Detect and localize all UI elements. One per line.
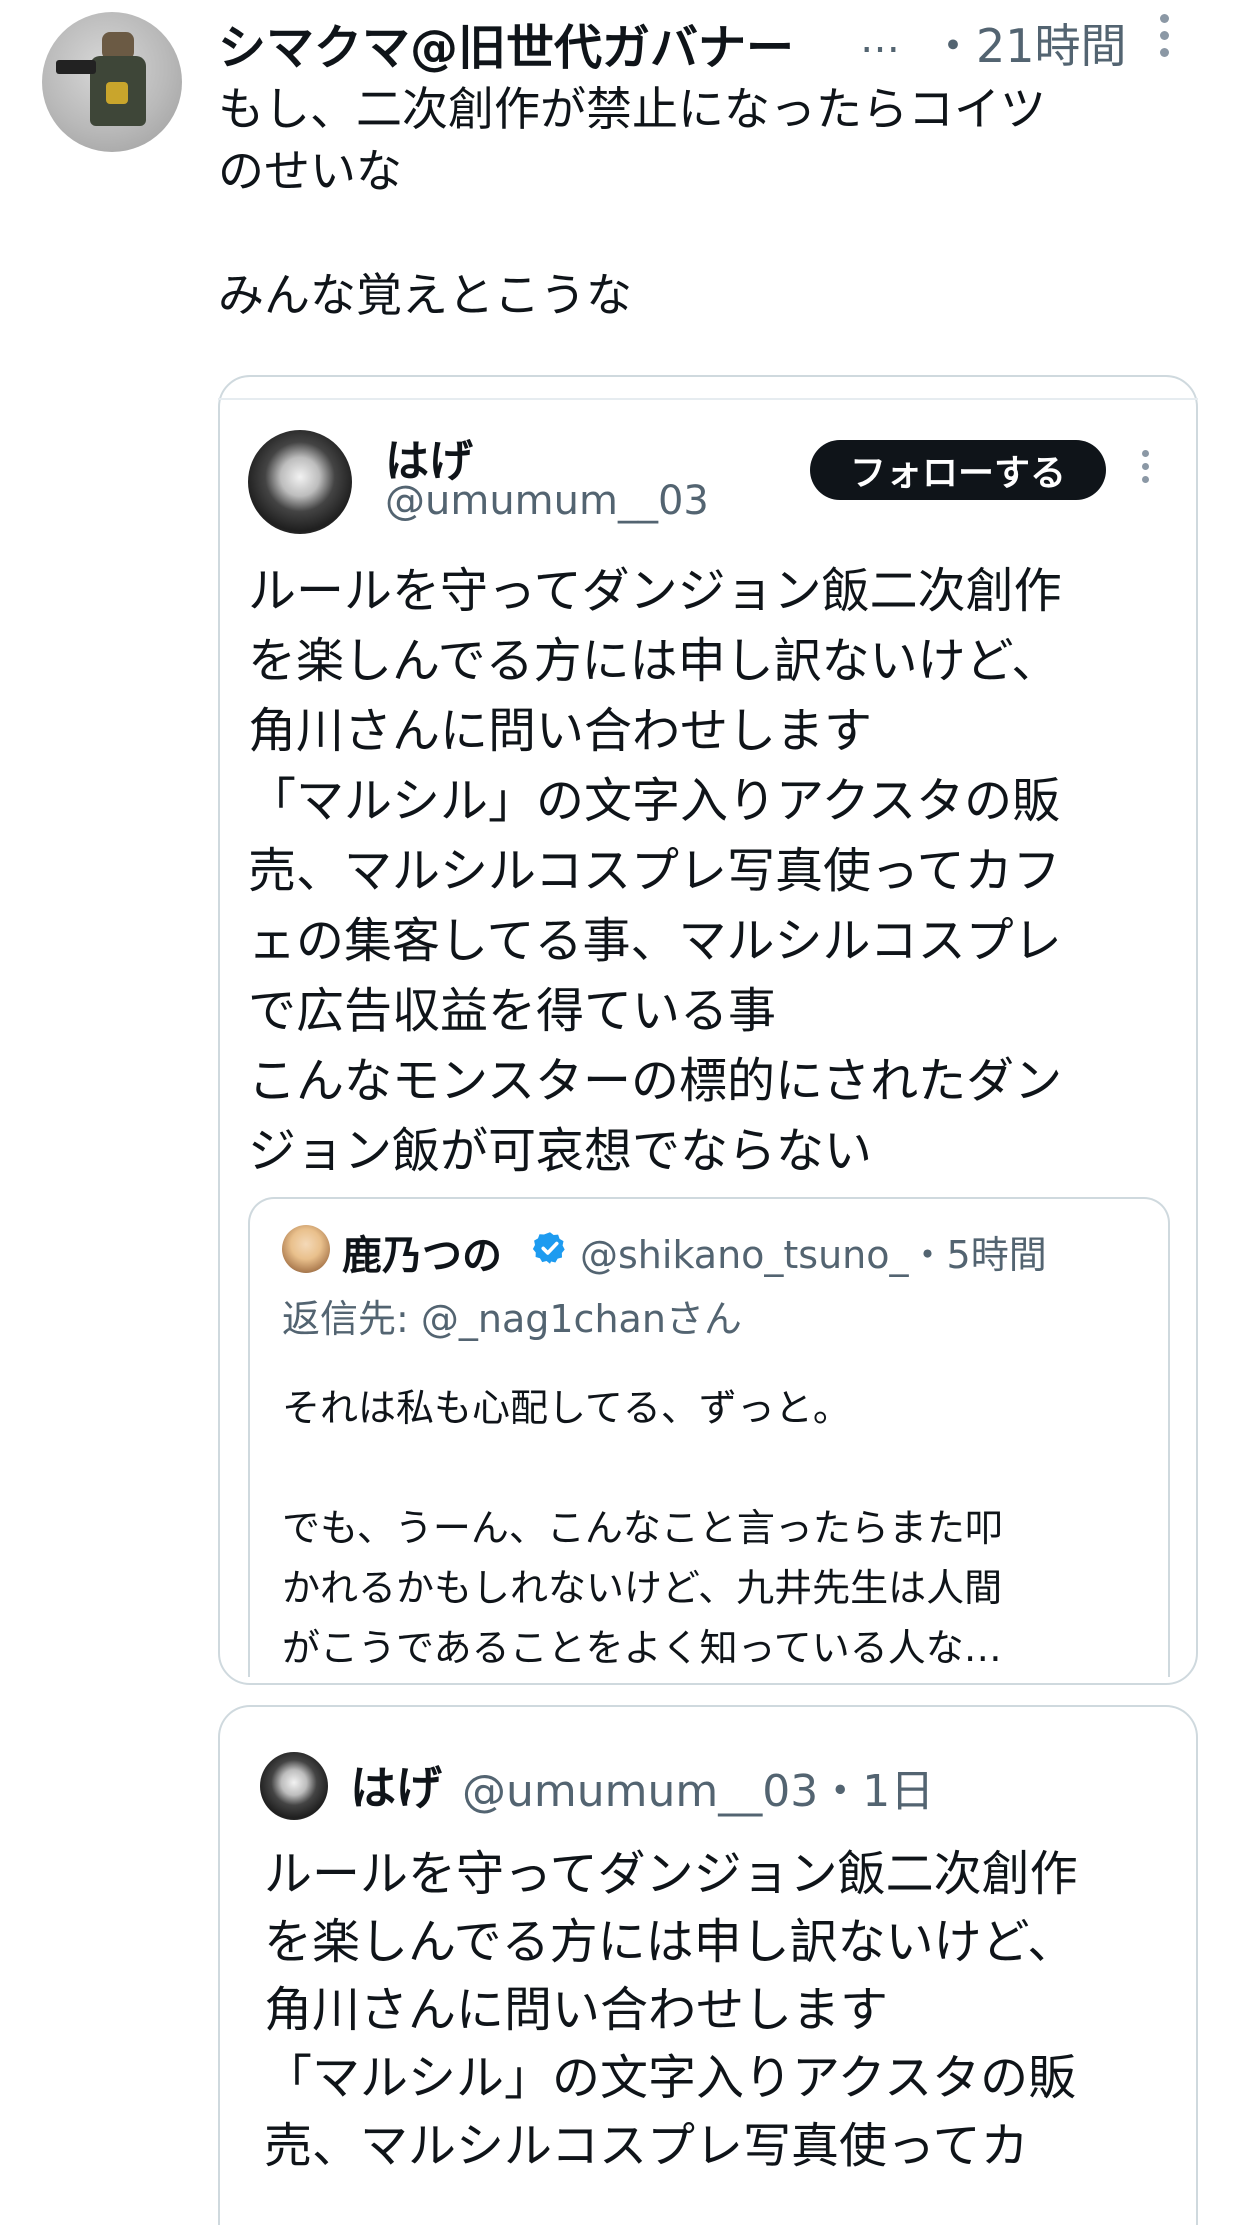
figure-badge: [106, 82, 128, 104]
second-author-name[interactable]: はげ: [350, 1752, 442, 1818]
quote-reply-to[interactable]: 返信先: @_nag1chanさん: [282, 1288, 742, 1343]
card-divider: [218, 398, 1198, 400]
author-display-name[interactable]: シマクマ@旧世代ガバナー: [218, 8, 794, 78]
follow-button[interactable]: フォローする: [810, 440, 1106, 500]
second-tweet-text: ルールを守ってダンジョン飯二次創作 を楽しんでる方には申し訳ないけど、 角川さん…: [264, 1846, 1078, 2174]
author-avatar[interactable]: [42, 12, 182, 152]
figure-weapon: [56, 60, 96, 74]
second-author-avatar[interactable]: [260, 1752, 328, 1820]
more-options-icon[interactable]: [1160, 14, 1172, 60]
quote-author-avatar[interactable]: [282, 1225, 330, 1273]
second-handle-time[interactable]: @umumum__03・1日: [462, 1755, 934, 1819]
embedded-author-avatar[interactable]: [248, 430, 352, 534]
quote-text: それは私も心配してる、ずっと。 でも、うーん、こんなこと言ったらまた叩 かれるか…: [282, 1386, 1003, 1670]
quote-handle-time[interactable]: @shikano_tsuno_・5時間: [580, 1224, 1047, 1279]
embedded-author-handle[interactable]: @umumum__03: [385, 478, 709, 524]
post-timestamp[interactable]: ・21時間: [930, 10, 1127, 76]
quote-author-name[interactable]: 鹿乃つの: [342, 1223, 502, 1281]
name-truncation: …: [860, 16, 900, 62]
embedded-more-icon[interactable]: [1142, 450, 1150, 489]
verified-badge-icon: [532, 1232, 565, 1264]
post-text: もし、二次創作が禁止になったらコイツ のせいな みんな覚えとこうな: [218, 82, 1046, 322]
embedded-tweet-text: ルールを守ってダンジョン飯二次創作 を楽しんでる方には申し訳ないけど、 角川さん…: [248, 563, 1063, 1179]
